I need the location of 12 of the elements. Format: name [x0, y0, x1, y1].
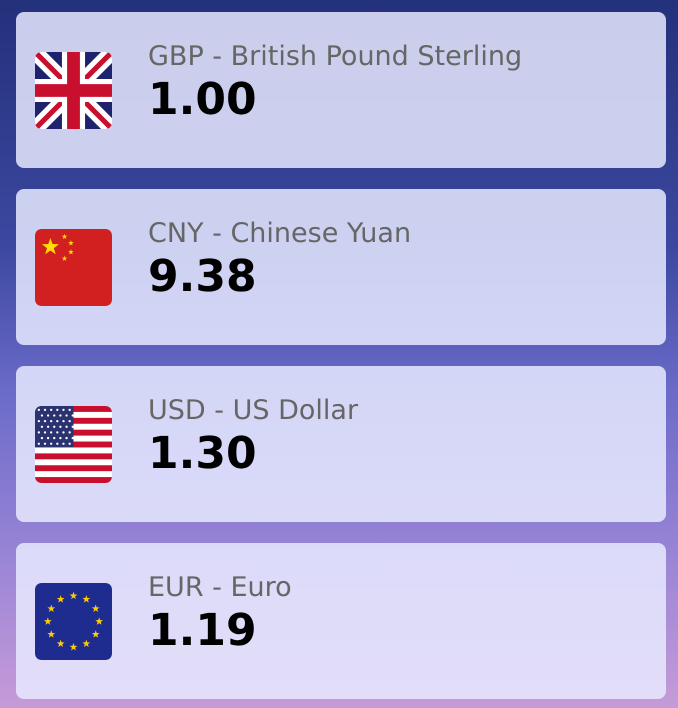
flag-icon: [35, 406, 112, 482]
flag-icon: [35, 582, 112, 660]
currency-name: USD - US Dollar: [148, 395, 358, 428]
flag-icon: [35, 52, 112, 128]
exchange-rate: 9.38: [148, 250, 258, 304]
exchange-rate: 1.30: [148, 428, 258, 481]
flag-icon: [35, 228, 112, 306]
currency-name: EUR - Euro: [148, 572, 292, 605]
exchange-rate: 1.19: [148, 604, 258, 658]
currency-name: CNY - Chinese Yuan: [148, 218, 412, 251]
currency-name: GBP - British Pound Sterling: [148, 41, 522, 74]
exchange-rate: 1.00: [148, 74, 258, 127]
